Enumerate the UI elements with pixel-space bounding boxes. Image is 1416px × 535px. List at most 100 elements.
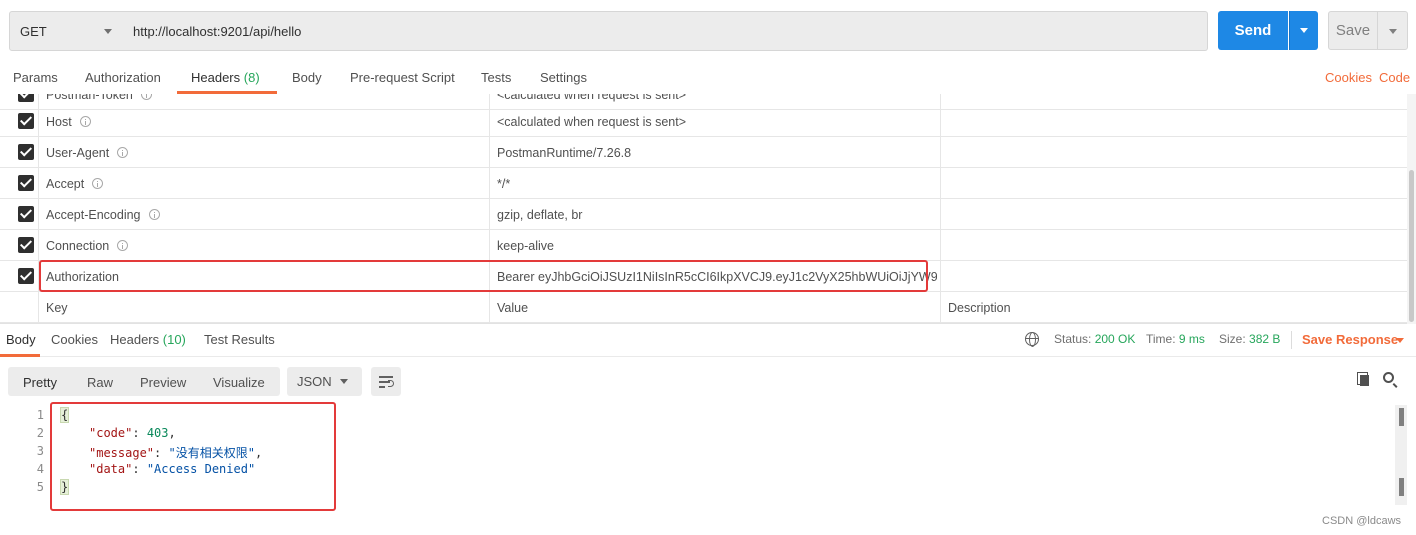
tab-response-headers-label: Headers <box>110 332 160 347</box>
tab-response-body[interactable]: Body <box>6 332 36 347</box>
copy-icon[interactable] <box>1357 372 1369 386</box>
info-icon[interactable] <box>117 147 129 158</box>
method-select[interactable]: GET <box>9 11 125 51</box>
header-value[interactable]: PostmanRuntime/7.26.8 <box>497 137 937 168</box>
chevron-down-icon[interactable] <box>1396 338 1404 343</box>
request-tabs: Params Authorization Headers (8) Body Pr… <box>0 62 1416 94</box>
header-key-text: User-Agent <box>46 145 110 160</box>
tab-response-cookies[interactable]: Cookies <box>51 332 98 347</box>
tab-test-results[interactable]: Test Results <box>204 332 275 347</box>
chevron-down-icon <box>104 29 112 34</box>
divider <box>1291 331 1292 349</box>
format-preview-button[interactable]: Preview <box>140 375 186 390</box>
time-label: Time: <box>1146 332 1176 346</box>
new-value-input[interactable]: Value <box>497 292 937 323</box>
url-text: http://localhost:9201/api/hello <box>133 23 302 39</box>
new-key-input[interactable]: Key <box>46 292 486 323</box>
active-tab-indicator <box>0 354 40 357</box>
header-key[interactable]: Host <box>46 106 486 137</box>
header-value[interactable]: gzip, deflate, br <box>497 199 937 230</box>
header-key[interactable]: Accept <box>46 168 486 199</box>
line-number: 2 <box>36 426 44 440</box>
table-row: User-Agent PostmanRuntime/7.26.8 <box>0 137 1407 168</box>
info-icon[interactable] <box>140 94 152 100</box>
info-icon[interactable] <box>92 178 104 189</box>
row-checkbox[interactable] <box>18 144 34 160</box>
tab-params[interactable]: Params <box>13 70 58 85</box>
row-checkbox[interactable] <box>18 175 34 191</box>
code-scrollbar-thumb[interactable] <box>1399 478 1404 496</box>
code-scrollbar-thumb[interactable] <box>1399 408 1404 426</box>
chevron-down-icon <box>1300 28 1308 33</box>
save-response-button[interactable]: Save Response <box>1302 332 1398 347</box>
send-label: Send <box>1234 22 1272 39</box>
tab-authorization[interactable]: Authorization <box>85 70 161 85</box>
row-checkbox[interactable] <box>18 206 34 222</box>
code-link[interactable]: Code <box>1379 70 1410 85</box>
send-button[interactable]: Send <box>1218 11 1288 50</box>
row-checkbox[interactable] <box>18 113 34 129</box>
row-checkbox[interactable] <box>18 94 34 102</box>
header-value[interactable]: keep-alive <box>497 230 937 261</box>
cookies-link[interactable]: Cookies <box>1325 70 1372 85</box>
headers-scrollbar-thumb[interactable] <box>1409 170 1414 322</box>
header-value[interactable]: <calculated when request is sent> <box>497 106 937 137</box>
format-pretty-button[interactable]: Pretty <box>23 375 57 390</box>
table-row: Accept */* <box>0 168 1407 199</box>
size-label: Size: <box>1219 332 1246 346</box>
url-input[interactable]: http://localhost:9201/api/hello <box>124 11 1208 51</box>
tab-headers[interactable]: Headers (8) <box>191 70 260 85</box>
tab-headers-label: Headers <box>191 70 241 85</box>
status-info: Status: 200 OK <box>1054 332 1135 346</box>
table-row: Connection keep-alive <box>0 230 1407 261</box>
annotation-box-authorization <box>39 260 928 292</box>
time-info: Time: 9 ms <box>1146 332 1205 346</box>
save-button[interactable]: Save <box>1328 11 1378 50</box>
new-description-input[interactable]: Description <box>948 292 1403 323</box>
annotation-box-response <box>50 402 336 511</box>
wrap-lines-button[interactable] <box>371 367 401 396</box>
save-label: Save <box>1335 22 1371 39</box>
size-value: 382 B <box>1249 332 1281 346</box>
body-format-group: Pretty Raw Preview Visualize <box>8 367 280 396</box>
send-options-button[interactable] <box>1289 11 1318 50</box>
globe-icon[interactable] <box>1025 332 1039 347</box>
search-icon[interactable] <box>1383 372 1394 383</box>
tab-headers-count: (8) <box>243 70 260 85</box>
header-key-text: Connection <box>46 238 110 253</box>
wrap-icon <box>379 376 393 378</box>
format-visualize-button[interactable]: Visualize <box>213 375 265 390</box>
response-tabs: Body Cookies Headers (10) Test Results S… <box>0 325 1416 357</box>
header-key-text: Accept-Encoding <box>46 207 141 222</box>
status-value: 200 OK <box>1094 332 1136 346</box>
tab-body[interactable]: Body <box>292 70 322 85</box>
info-icon[interactable] <box>148 209 160 220</box>
language-select[interactable]: JSON <box>287 367 362 396</box>
row-checkbox[interactable] <box>18 268 34 284</box>
info-icon[interactable] <box>117 240 129 251</box>
header-key[interactable]: Accept-Encoding <box>46 199 486 230</box>
format-raw-button[interactable]: Raw <box>87 375 113 390</box>
tab-pre-request-script[interactable]: Pre-request Script <box>350 70 455 85</box>
tab-response-headers[interactable]: Headers (10) <box>110 332 186 347</box>
line-number: 5 <box>36 480 44 494</box>
row-checkbox[interactable] <box>18 237 34 253</box>
table-row: Accept-Encoding gzip, deflate, br <box>0 199 1407 230</box>
size-info: Size: 382 B <box>1219 332 1280 346</box>
language-label: JSON <box>297 374 332 389</box>
header-key-text: Postman-Token <box>46 94 133 102</box>
info-icon[interactable] <box>79 116 91 127</box>
line-number: 3 <box>36 444 44 458</box>
tab-settings[interactable]: Settings <box>540 70 587 85</box>
header-key[interactable]: Connection <box>46 230 486 261</box>
header-value[interactable]: */* <box>497 168 937 199</box>
method-label: GET <box>20 23 47 39</box>
header-key-text: Host <box>46 114 72 129</box>
header-key[interactable]: User-Agent <box>46 137 486 168</box>
table-row-new: Key Value Description <box>0 292 1407 323</box>
time-value: 9 ms <box>1178 332 1205 346</box>
table-row: Host <calculated when request is sent> <box>0 106 1407 137</box>
save-options-button[interactable] <box>1377 11 1408 50</box>
tab-response-headers-count: (10) <box>162 332 186 347</box>
tab-tests[interactable]: Tests <box>481 70 511 85</box>
